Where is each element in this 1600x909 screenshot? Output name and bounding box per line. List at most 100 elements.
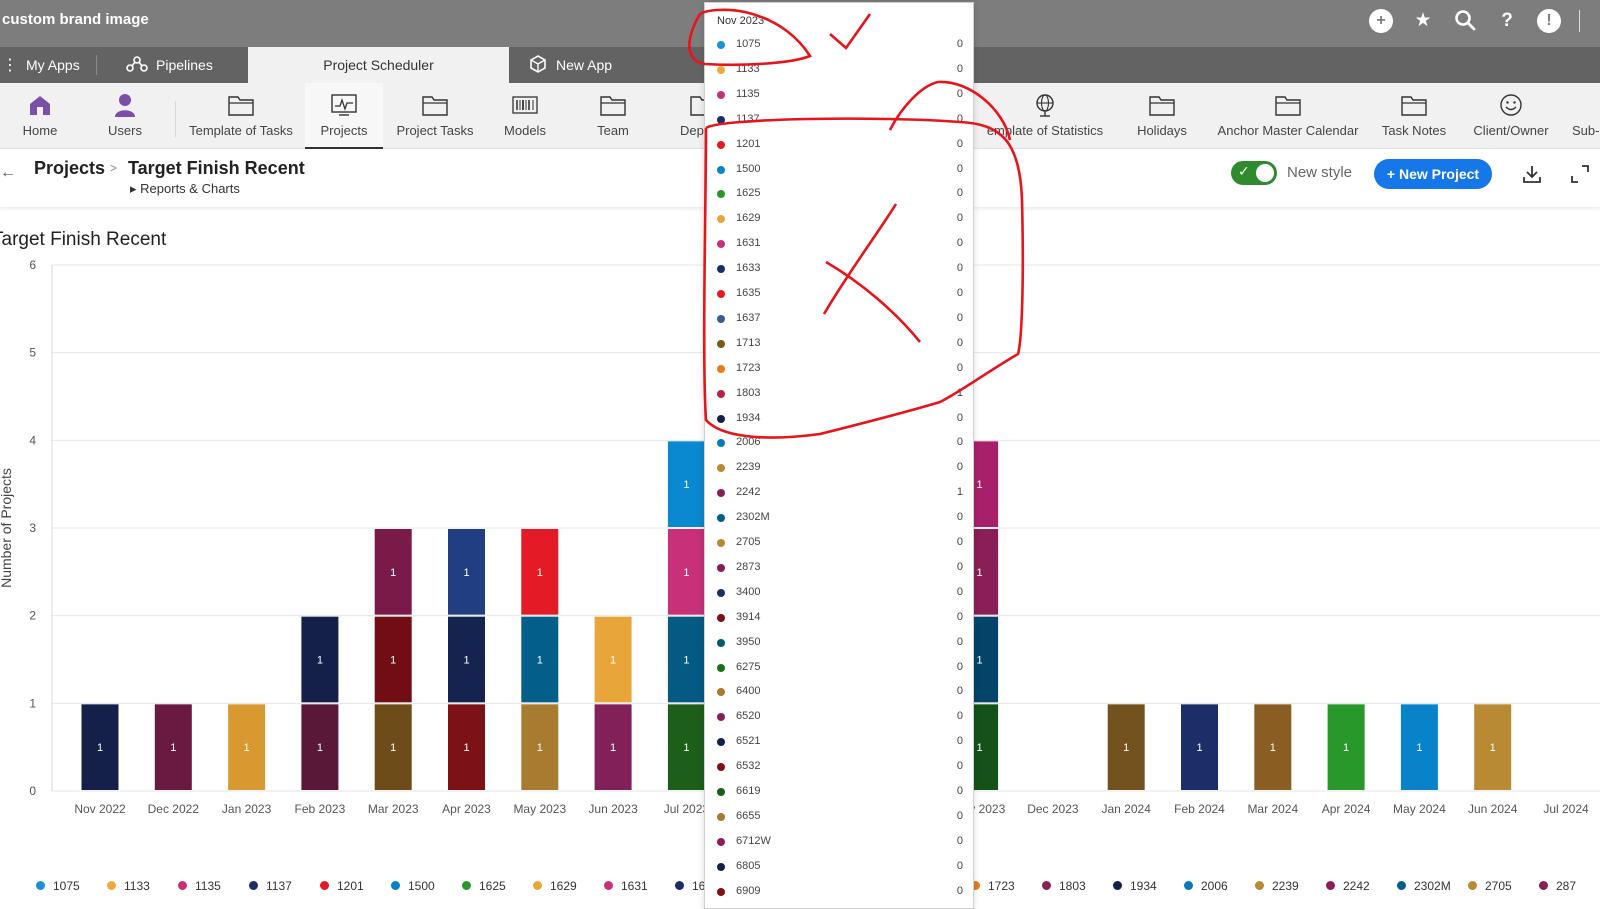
tooltip-value: 0 bbox=[956, 436, 963, 449]
legend-item[interactable]: 1723 bbox=[971, 879, 1015, 893]
smiley-icon bbox=[1498, 93, 1524, 117]
tooltip-row: 6400 0 bbox=[705, 682, 973, 707]
help-icon[interactable]: ? bbox=[1495, 9, 1519, 33]
toolbar-users[interactable]: Users bbox=[104, 83, 146, 149]
toolbar-project-tasks[interactable]: Project Tasks bbox=[396, 83, 474, 149]
tooltip-swatch bbox=[717, 314, 725, 323]
legend-item[interactable]: 1075 bbox=[36, 879, 80, 893]
x-tick-label: Apr 2023 bbox=[442, 802, 491, 816]
x-tick-label: Dec 2022 bbox=[148, 802, 200, 816]
bar-value-label: 1 bbox=[977, 742, 983, 754]
folder-icon bbox=[422, 93, 448, 117]
legend-item[interactable]: 1625 bbox=[462, 879, 506, 893]
toolbar-label: emplate of Statistics bbox=[986, 123, 1104, 138]
bar-value-label: 1 bbox=[1196, 742, 1202, 754]
legend-item[interactable]: 16 bbox=[675, 879, 705, 893]
tooltip-swatch bbox=[717, 165, 725, 174]
new-style-toggle[interactable]: ✓ bbox=[1231, 161, 1277, 185]
x-tick-label: Feb 2023 bbox=[295, 802, 346, 816]
download-icon[interactable] bbox=[1522, 164, 1542, 184]
legend-label: 2006 bbox=[1201, 879, 1228, 893]
search-icon[interactable] bbox=[1453, 9, 1477, 33]
tooltip-label: 1934 bbox=[736, 411, 761, 424]
legend-item[interactable]: 2242 bbox=[1326, 879, 1370, 893]
toolbar-label: Holidays bbox=[1137, 123, 1187, 138]
legend-item[interactable]: 2705 bbox=[1468, 879, 1512, 893]
toolbar-sub[interactable]: Sub- bbox=[1572, 83, 1600, 149]
legend-item[interactable]: 2239 bbox=[1255, 879, 1299, 893]
legend-swatch bbox=[178, 881, 187, 890]
y-tick-label: 2 bbox=[29, 609, 36, 623]
legend-item[interactable]: 2302M bbox=[1397, 879, 1451, 893]
legend-item[interactable]: 1201 bbox=[320, 879, 364, 893]
toolbar-projects[interactable]: Projects bbox=[305, 83, 383, 149]
tooltip-swatch bbox=[717, 41, 725, 49]
legend-label: 1625 bbox=[479, 879, 506, 893]
legend-item[interactable]: 1631 bbox=[604, 879, 648, 893]
expand-icon[interactable] bbox=[1570, 164, 1590, 184]
tooltip-row: 2242 1 bbox=[705, 483, 973, 508]
toolbar-template-of-statistics[interactable]: emplate of Statistics bbox=[985, 83, 1105, 149]
legend-item[interactable]: 1137 bbox=[249, 879, 292, 893]
tab-new-app[interactable]: New App bbox=[528, 47, 648, 83]
alert-icon[interactable]: ! bbox=[1537, 9, 1561, 33]
bar-value-label: 1 bbox=[1123, 742, 1129, 754]
y-tick-label: 3 bbox=[29, 521, 36, 535]
toolbar-label: Client/Owner bbox=[1473, 123, 1549, 138]
legend-item[interactable]: 287 bbox=[1539, 879, 1576, 893]
toolbar-label: Project Tasks bbox=[396, 123, 474, 138]
x-tick-label: Feb 2024 bbox=[1174, 802, 1225, 816]
bar-value-label: 1 bbox=[390, 567, 396, 579]
legend-label: 287 bbox=[1556, 879, 1577, 893]
tooltip-value: 0 bbox=[956, 809, 963, 822]
legend-item[interactable]: 1803 bbox=[1042, 879, 1086, 893]
new-project-button[interactable]: + New Project bbox=[1374, 159, 1492, 189]
tab-my-apps[interactable]: ⋮ My Apps bbox=[0, 47, 96, 83]
toolbar-template-of-tasks[interactable]: Template of Tasks bbox=[189, 83, 293, 149]
tooltip-value: 0 bbox=[956, 859, 963, 872]
legend-item[interactable]: 1500 bbox=[391, 879, 435, 893]
tooltip-row: 3400 0 bbox=[705, 583, 973, 608]
tooltip-value: 0 bbox=[956, 785, 963, 797]
tooltip-row: 1803 1 bbox=[705, 384, 973, 409]
chart-tooltip: Nov 2023 1075 0 1133 0 1135 0 1137 0 1201 0 1500 0 1… bbox=[704, 2, 974, 909]
legend-item[interactable]: 1133 bbox=[107, 879, 150, 893]
tooltip-row: 1629 0 bbox=[705, 209, 973, 234]
breadcrumb-root[interactable]: Projects bbox=[34, 158, 105, 179]
tooltip-label: 1137 bbox=[736, 112, 760, 125]
reports-charts-link[interactable]: ▸ Reports & Charts bbox=[130, 181, 240, 197]
tooltip-label: 1075 bbox=[736, 38, 761, 50]
toolbar-team[interactable]: Team bbox=[594, 83, 632, 149]
legend-swatch bbox=[107, 881, 116, 890]
toolbar-client-owner[interactable]: Client/Owner bbox=[1468, 83, 1554, 149]
legend-swatch bbox=[1468, 881, 1477, 890]
tab-pipelines[interactable]: Pipelines bbox=[126, 47, 236, 83]
tab-project-scheduler[interactable]: Project Scheduler bbox=[248, 47, 509, 83]
legend-item[interactable]: 1629 bbox=[533, 879, 577, 893]
tooltip-swatch bbox=[717, 862, 725, 871]
legend-label: 1201 bbox=[337, 879, 364, 893]
tooltip-swatch bbox=[717, 563, 725, 572]
tooltip-value: 0 bbox=[956, 311, 963, 324]
legend-item[interactable]: 2006 bbox=[1184, 879, 1228, 893]
toolbar-home[interactable]: Home bbox=[18, 83, 62, 149]
x-tick-label: May 2024 bbox=[1393, 802, 1446, 816]
plus-circle-icon[interactable]: + bbox=[1369, 9, 1393, 33]
tooltip-value: 1 bbox=[956, 386, 963, 399]
x-tick-label: Jul 2024 bbox=[1543, 802, 1589, 816]
folder-icon bbox=[1401, 93, 1427, 117]
star-icon[interactable]: ★ bbox=[1411, 9, 1435, 33]
toolbar-models[interactable]: Models bbox=[502, 83, 548, 149]
toolbar-label: Sub- bbox=[1572, 123, 1600, 138]
toolbar-task-notes[interactable]: Task Notes bbox=[1381, 83, 1447, 149]
legend-item[interactable]: 1934 bbox=[1113, 879, 1157, 893]
folder-icon bbox=[1275, 93, 1301, 117]
legend-item[interactable]: 1135 bbox=[178, 879, 221, 893]
back-arrow-icon[interactable]: ← bbox=[0, 164, 16, 182]
tooltip-row: 2239 0 bbox=[705, 458, 973, 483]
bar-value-label: 1 bbox=[1270, 742, 1276, 754]
tooltip-value: 0 bbox=[956, 137, 963, 150]
toolbar-anchor-master-calendar[interactable]: Anchor Master Calendar bbox=[1216, 83, 1360, 149]
toolbar-holidays[interactable]: Holidays bbox=[1135, 83, 1189, 149]
legend-swatch bbox=[320, 881, 329, 890]
